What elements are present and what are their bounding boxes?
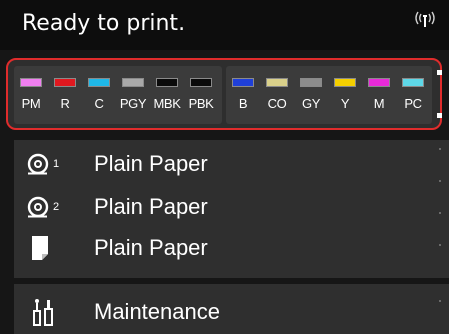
ink-label: B [238, 96, 248, 111]
ink-color-swatch [54, 78, 76, 87]
ink-color-swatch [156, 78, 178, 87]
printer-screen: Ready to print. PM R C PGY MBK PBK B CO GY Y M PC … [0, 0, 449, 334]
ink-tank-mbk: MBK [150, 66, 184, 124]
ink-color-swatch [266, 78, 288, 87]
ink-color-swatch [88, 78, 110, 87]
ink-tank-m: M [362, 66, 396, 124]
roll-1-icon: 1 [27, 153, 59, 175]
roll-1-paper-item[interactable]: 1 Plain Paper [14, 144, 435, 184]
ink-color-swatch [122, 78, 144, 87]
ink-tank-pc: PC [396, 66, 430, 124]
ink-label: R [60, 96, 70, 111]
ink-tank-pbk: PBK [184, 66, 218, 124]
maintenance-label: Maintenance [94, 299, 220, 324]
ink-color-swatch [20, 78, 42, 87]
cut-sheet-paper-item[interactable]: Plain Paper [14, 228, 435, 268]
ink-color-swatch [402, 78, 424, 87]
scroll-track-dot [439, 180, 441, 182]
roll-2-icon: 2 [27, 196, 59, 218]
ink-color-swatch [334, 78, 356, 87]
maintenance-item[interactable]: Maintenance [14, 292, 435, 332]
ink-color-swatch [368, 78, 390, 87]
ink-tank-pgy: PGY [116, 66, 150, 124]
ink-label: C [94, 96, 104, 111]
ink-group-right: B CO GY Y M PC [226, 66, 432, 124]
ink-label: MBK [153, 96, 181, 111]
ink-label: PM [21, 96, 41, 111]
scroll-track-dot [439, 244, 441, 246]
ink-tank-pm: PM [14, 66, 48, 124]
status-bar: Ready to print. [0, 0, 449, 50]
ink-tank-r: R [48, 66, 82, 124]
scroll-track-dot [439, 148, 441, 150]
ink-label: PC [404, 96, 422, 111]
ink-color-swatch [190, 78, 212, 87]
cut-sheet-icon [32, 236, 48, 260]
wifi-icon [415, 11, 435, 27]
roll-2-paper-label: Plain Paper [94, 194, 208, 219]
roll-2-paper-item[interactable]: 2 Plain Paper [14, 187, 435, 227]
ink-group-left: PM R C PGY MBK PBK [14, 66, 222, 124]
ink-label: GY [302, 96, 320, 111]
ink-label: PGY [119, 96, 147, 111]
status-text: Ready to print. [22, 11, 186, 36]
svg-text:1: 1 [53, 158, 59, 170]
ink-tank-co: CO [260, 66, 294, 124]
ink-label: M [373, 96, 385, 111]
roll-1-paper-label: Plain Paper [94, 151, 208, 176]
page-indicator-dot [437, 113, 442, 118]
ink-levels-panel[interactable]: PM R C PGY MBK PBK B CO GY Y M PC [6, 58, 442, 130]
ink-label: PBK [188, 96, 214, 111]
ink-tank-gy: GY [294, 66, 328, 124]
page-indicator-dot [437, 70, 442, 75]
maintenance-icon [33, 299, 53, 326]
ink-tank-c: C [82, 66, 116, 124]
svg-text:2: 2 [53, 201, 59, 213]
ink-tank-y: Y [328, 66, 362, 124]
menu-divider [14, 278, 449, 284]
ink-tank-b: B [226, 66, 260, 124]
cut-sheet-paper-label: Plain Paper [94, 235, 208, 260]
ink-color-swatch [232, 78, 254, 87]
ink-label: Y [340, 96, 350, 111]
ink-color-swatch [300, 78, 322, 87]
scroll-track-dot [439, 212, 441, 214]
scroll-track-dot [439, 300, 441, 302]
ink-label: CO [267, 96, 287, 111]
